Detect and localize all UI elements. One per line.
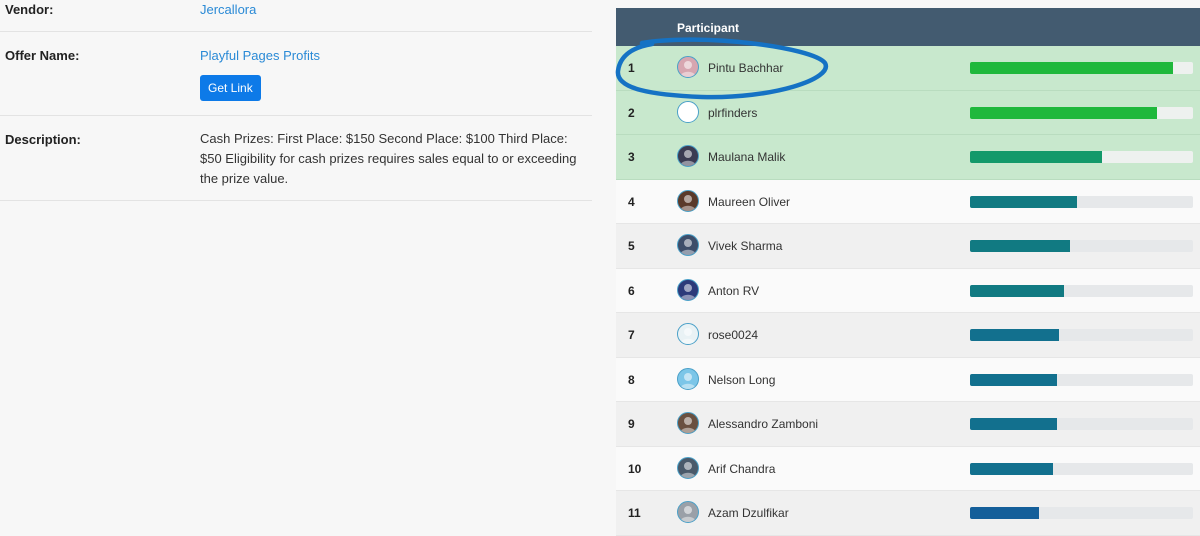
avatar: [677, 56, 699, 78]
leaderboard-row: 5 Vivek Sharma: [616, 224, 1200, 269]
description-label: Description:: [5, 132, 81, 147]
participant-name[interactable]: Vivek Sharma: [708, 239, 782, 253]
progress-bar: [970, 106, 1193, 119]
leaderboard-row: 1 Pintu Bachhar: [616, 46, 1200, 91]
leaderboard-row: 7 rose0024: [616, 313, 1200, 358]
description-value: Cash Prizes: First Place: $150 Second Pl…: [200, 131, 592, 189]
rank-number: 6: [628, 283, 635, 298]
rank-number: 10: [628, 461, 642, 476]
rank-number: 3: [628, 150, 635, 164]
progress-bar: [970, 240, 1193, 252]
participant-name[interactable]: Alessandro Zamboni: [708, 417, 818, 431]
participant-name[interactable]: Pintu Bachhar: [708, 61, 783, 75]
offer-name-label: Offer Name:: [5, 48, 80, 63]
rank-number: 5: [628, 239, 635, 253]
participant-name[interactable]: Maulana Malik: [708, 150, 785, 164]
avatar: [677, 323, 699, 345]
participant-name[interactable]: Maureen Oliver: [708, 195, 790, 209]
vendor-label: Vendor:: [5, 2, 54, 17]
progress-bar: [970, 462, 1193, 475]
get-link-button[interactable]: Get Link: [200, 75, 261, 101]
leaderboard-row: 11 Azam Dzulfikar: [616, 491, 1200, 536]
leaderboard-row: 3 Maulana Malik: [616, 135, 1200, 180]
progress-bar-fill: [970, 462, 1053, 475]
progress-bar: [970, 373, 1193, 386]
progress-bar-fill: [970, 151, 1102, 163]
participant-name[interactable]: Nelson Long: [708, 373, 775, 387]
leaderboard-row: 10 Arif Chandra: [616, 446, 1200, 491]
progress-bar: [970, 62, 1193, 74]
avatar: [677, 456, 699, 479]
offer-name-row: Offer Name: Playful Pages Profits Get Li…: [0, 32, 592, 116]
progress-bar-fill: [970, 329, 1060, 341]
rank-number: 7: [628, 328, 635, 342]
rank-number: 1: [628, 61, 635, 75]
progress-bar: [970, 195, 1193, 208]
progress-bar-fill: [970, 284, 1064, 297]
leaderboard-row: 2 plrfinders: [616, 90, 1200, 135]
vendor-link[interactable]: Jercallora: [200, 2, 256, 17]
progress-bar-fill: [970, 240, 1071, 252]
leaderboard-row: 9 Alessandro Zamboni: [616, 402, 1200, 447]
rank-number: 2: [628, 105, 635, 120]
rank-number: 9: [628, 417, 635, 431]
leaderboard-header: Participant: [616, 8, 1200, 46]
description-row: Description: Cash Prizes: First Place: $…: [0, 116, 592, 201]
participant-name[interactable]: Arif Chandra: [708, 462, 775, 476]
rank-number: 8: [628, 372, 635, 387]
progress-bar: [970, 284, 1193, 297]
offer-name-value: Playful Pages Profits Get Link: [200, 48, 592, 101]
progress-bar: [970, 329, 1193, 341]
rank-number: 11: [628, 506, 641, 520]
progress-bar-fill: [970, 62, 1173, 74]
participant-name[interactable]: Anton RV: [708, 284, 759, 298]
progress-bar-fill: [970, 507, 1040, 519]
participant-name[interactable]: Azam Dzulfikar: [708, 506, 789, 520]
participant-name[interactable]: rose0024: [708, 328, 758, 342]
leaderboard-row: 8 Nelson Long: [616, 357, 1200, 402]
progress-bar-fill: [970, 418, 1057, 430]
rank-number: 4: [628, 194, 635, 209]
avatar: [677, 412, 699, 434]
progress-bar-fill: [970, 106, 1158, 119]
offer-details: Vendor: Jercallora Offer Name: Playful P…: [0, 0, 592, 201]
vendor-value: Jercallora: [200, 2, 592, 17]
progress-bar-fill: [970, 373, 1057, 386]
leaderboard-row: 4 Maureen Oliver: [616, 179, 1200, 224]
leaderboard-rows: 1 Pintu Bachhar 2 plrfinders 3 Maulana Malik 4…: [616, 46, 1200, 536]
offer-name-link[interactable]: Playful Pages Profits: [200, 48, 592, 63]
avatar: [677, 278, 699, 301]
avatar: [677, 501, 699, 523]
avatar: [677, 100, 699, 123]
participant-column-header: Participant: [677, 21, 740, 35]
progress-bar: [970, 507, 1193, 519]
leaderboard-row: 6 Anton RV: [616, 268, 1200, 313]
avatar: [677, 189, 699, 212]
vendor-row: Vendor: Jercallora: [0, 0, 592, 32]
participant-name[interactable]: plrfinders: [708, 106, 757, 120]
avatar: [677, 234, 699, 256]
description-text: Cash Prizes: First Place: $150 Second Pl…: [200, 131, 577, 186]
avatar: [677, 145, 699, 167]
leaderboard: Participant 1 Pintu Bachhar 2 plrfinders 3 Ma…: [616, 8, 1200, 536]
progress-bar-fill: [970, 195, 1078, 208]
progress-bar: [970, 151, 1193, 163]
avatar: [677, 367, 699, 390]
progress-bar: [970, 418, 1193, 430]
